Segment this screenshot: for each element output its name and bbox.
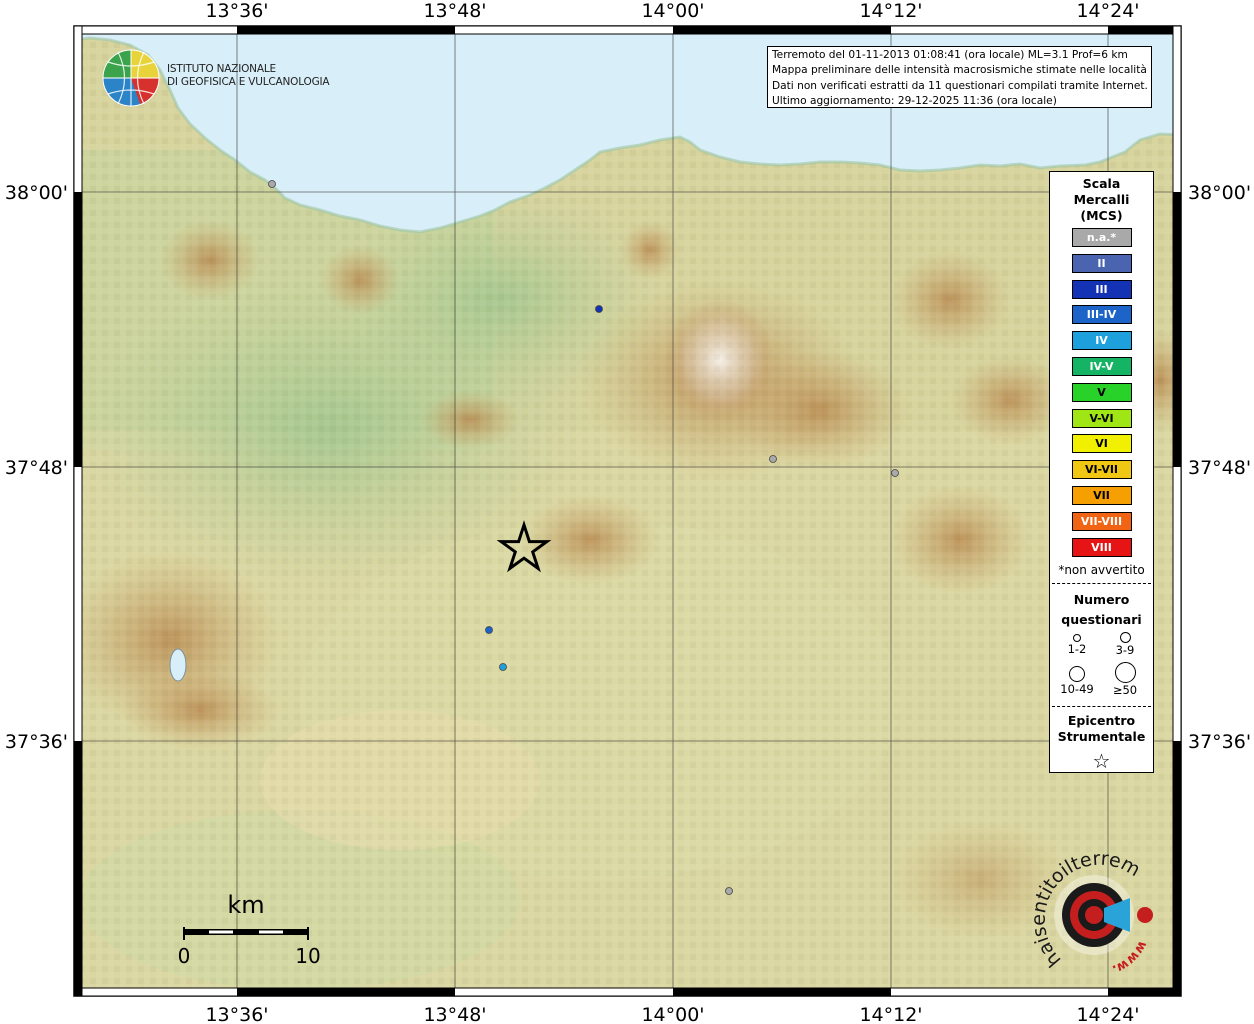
epicenter-title-line: Strumentale — [1057, 729, 1146, 745]
legend-item: VII-VIII — [1071, 511, 1132, 531]
legend-note: *non avvertito — [1058, 563, 1145, 578]
legend-item: II — [1071, 253, 1132, 273]
lat-label: 38°00' — [1188, 182, 1251, 204]
size-item: 3-9 — [1108, 632, 1142, 657]
event-info-line4: Ultimo aggiornamento: 29-12-2025 11:36 (… — [772, 95, 1057, 108]
size-circle — [1114, 662, 1136, 684]
observation-point[interactable] — [268, 180, 276, 188]
questionnaires-title-line: questionari — [1061, 612, 1142, 628]
lon-label: 13°48' — [423, 0, 486, 22]
legend-item: V — [1071, 382, 1132, 402]
longitude-labels-bottom: 13°36' 13°48' 14°00' 14°12' 14°24' — [205, 1004, 1139, 1024]
legend-item: IV — [1071, 331, 1132, 351]
legend: Scala Mercalli (MCS) n.a.* II III III-IV IV I… — [1049, 171, 1154, 773]
ingv-name: ISTITUTO NAZIONALE DI GEOFISICA E VULCAN… — [167, 63, 330, 89]
legend-title-line: Scala — [1082, 176, 1121, 191]
lat-label: 38°00' — [5, 182, 68, 204]
observation-point[interactable] — [769, 455, 777, 463]
lon-label: 14°24' — [1076, 1004, 1139, 1024]
lon-label: 14°12' — [859, 1004, 922, 1024]
observation-point[interactable] — [595, 305, 603, 313]
legend-item: n.a.* — [1071, 228, 1132, 247]
legend-separator — [1052, 706, 1151, 708]
observation-point[interactable] — [725, 887, 733, 895]
size-item: 10-49 — [1058, 666, 1096, 696]
size-item: ≥50 — [1108, 662, 1142, 697]
size-legend: 1-2 3-9 10-49 ≥50 — [1050, 630, 1153, 700]
size-label: 3-9 — [1115, 643, 1135, 658]
lat-label: 37°48' — [5, 457, 68, 479]
lat-label: 37°48' — [1188, 457, 1251, 479]
ingv-name-line1: ISTITUTO NAZIONALE — [167, 63, 276, 75]
event-info-line3: Dati non verificati estratti da 11 quest… — [772, 79, 1148, 92]
ingv-name-line2: DI GEOFISICA E VULCANOLOGIA — [167, 76, 330, 88]
latitude-labels-left: 38°00' 37°48' 37°36' — [5, 182, 68, 753]
legend-items: n.a.* II III III-IV IV IV-V V V-VI VI VI-VII VII VI… — [1050, 228, 1153, 557]
lon-label: 14°00' — [641, 1004, 704, 1024]
epicenter-star-icon: ☆ — [1092, 749, 1111, 774]
legend-item: VIII — [1071, 537, 1132, 557]
legend-item: VII — [1071, 485, 1132, 505]
lon-label: 14°12' — [859, 0, 922, 22]
legend-title-line: (MCS) — [1080, 208, 1123, 223]
lat-label: 37°36' — [5, 731, 68, 753]
latitude-labels-right: 38°00' 37°48' 37°36' — [1188, 182, 1251, 753]
scale-max: 10 — [295, 944, 320, 968]
observation-point[interactable] — [891, 469, 899, 477]
scale-unit: km — [227, 891, 264, 919]
size-circle — [1069, 666, 1085, 683]
epicenter-title-line: Epicentro — [1067, 713, 1136, 729]
lake — [169, 648, 187, 682]
size-item: 1-2 — [1060, 634, 1094, 656]
event-info-box: Terremoto del 01-11-2013 01:08:41 (ora l… — [767, 46, 1152, 108]
legend-item: III-IV — [1071, 305, 1132, 325]
size-label: 10-49 — [1060, 682, 1094, 697]
legend-title: Scala Mercalli (MCS) — [1050, 176, 1153, 224]
legend-item: IV-V — [1071, 356, 1132, 376]
questionnaires-title: Numero questionari — [1050, 590, 1153, 630]
lat-label: 37°36' — [1188, 731, 1251, 753]
lon-label: 14°24' — [1076, 0, 1139, 22]
legend-separator — [1052, 583, 1151, 585]
legend-item: VI — [1071, 434, 1132, 454]
legend-item: V-VI — [1071, 408, 1132, 428]
ingv-logo — [102, 49, 160, 107]
size-label: ≥50 — [1112, 683, 1138, 698]
longitude-labels-top: 13°36' 13°48' 14°00' 14°12' 14°24' — [205, 0, 1139, 22]
lon-label: 13°48' — [423, 1004, 486, 1024]
lon-label: 13°36' — [205, 0, 268, 22]
size-circle — [1073, 634, 1081, 643]
observation-point[interactable] — [485, 626, 493, 634]
observation-point[interactable] — [499, 663, 507, 671]
scale-min: 0 — [178, 944, 191, 968]
lon-label: 13°36' — [205, 1004, 268, 1024]
lon-label: 14°00' — [641, 0, 704, 22]
event-info-line2: Mappa preliminare delle intensità macros… — [772, 64, 1147, 77]
size-label: 1-2 — [1067, 642, 1087, 657]
legend-item: VI-VII — [1071, 460, 1132, 480]
epicenter-title: Epicentro Strumentale — [1050, 713, 1153, 745]
legend-item: III — [1071, 279, 1132, 299]
legend-title-line: Mercalli — [1073, 192, 1130, 207]
size-circle — [1119, 632, 1131, 644]
questionnaires-title-line: Numero — [1073, 592, 1130, 608]
event-info-line1: Terremoto del 01-11-2013 01:08:41 (ora l… — [772, 49, 1128, 61]
